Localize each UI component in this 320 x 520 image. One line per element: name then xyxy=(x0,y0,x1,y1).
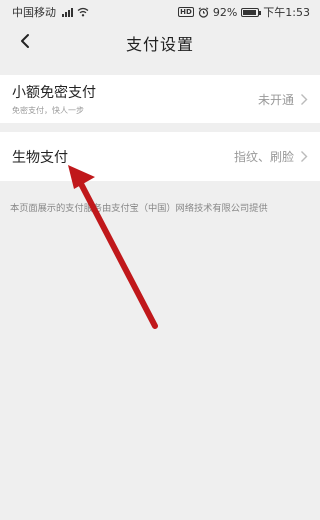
status-right: HD 92% 下午1:53 xyxy=(178,4,310,20)
row-subtitle: 免密支付，快人一步 xyxy=(12,106,84,115)
row-title: 生物支付 xyxy=(12,149,68,166)
row-main: 小额免密支付 免密支付，快人一步 xyxy=(12,82,258,116)
status-left: 中国移动 xyxy=(12,4,89,20)
footer-note: 本页面展示的支付服务由支付宝（中国）网络技术有限公司提供 xyxy=(10,203,268,214)
signal-icon xyxy=(62,7,73,17)
battery-icon xyxy=(241,7,262,17)
row-title: 小额免密支付 xyxy=(12,85,96,101)
biometric-payment-row[interactable]: 生物支付 指纹、刷脸 xyxy=(0,132,320,181)
alarm-icon xyxy=(198,6,209,18)
nav-bar: 支付设置 xyxy=(0,24,320,62)
chevron-right-icon xyxy=(300,150,308,163)
battery-fill xyxy=(243,9,257,15)
page-title: 支付设置 xyxy=(125,35,194,54)
chevron-right-icon xyxy=(300,93,308,106)
row-main: 生物支付 xyxy=(12,147,234,167)
battery-percent: 92% xyxy=(212,5,238,19)
hd-badge: HD xyxy=(178,7,194,17)
status-bar: 中国移动 HD 92% 下午1:53 xyxy=(0,0,320,24)
chevron-left-icon xyxy=(19,33,31,53)
time-label: 下午1:53 xyxy=(263,6,310,19)
wifi-icon xyxy=(77,7,89,17)
row-status-value: 未开通 xyxy=(257,92,294,107)
carrier-label: 中国移动 xyxy=(12,6,56,19)
small-amount-password-free-row[interactable]: 小额免密支付 免密支付，快人一步 未开通 xyxy=(0,75,320,123)
row-status-value: 指纹、刷脸 xyxy=(233,150,294,164)
back-button[interactable] xyxy=(10,28,40,58)
